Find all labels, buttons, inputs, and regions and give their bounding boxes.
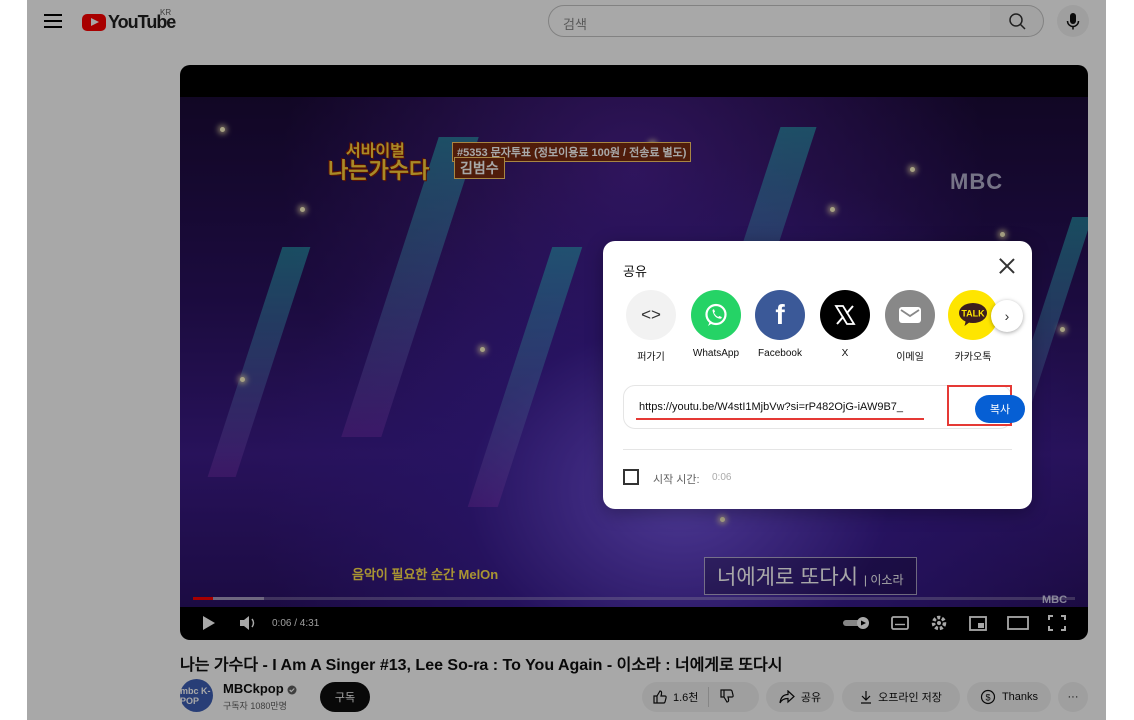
facebook-icon: f [755, 290, 805, 340]
share-target-label: 이메일 [896, 352, 924, 363]
dialog-title: 공유 [623, 264, 647, 279]
start-time-label: 시작 시간: [653, 474, 700, 486]
share-target-facebook[interactable]: f Facebook [748, 290, 812, 359]
url-highlight-underline [636, 418, 924, 420]
copy-button[interactable]: 복사 [975, 395, 1025, 423]
dialog-divider [623, 449, 1012, 450]
start-time-input[interactable]: 0:06 [712, 472, 731, 483]
page-gutter-left [0, 0, 27, 720]
x-icon [820, 290, 870, 340]
email-icon [885, 290, 935, 340]
share-url-field[interactable]: https://youtu.be/W4stI1MjbVw?si=rP482OjG… [623, 385, 1025, 429]
chevron-right-icon[interactable]: › [991, 300, 1023, 332]
share-target-label: Facebook [758, 348, 802, 359]
share-target-x[interactable]: X [813, 290, 877, 359]
share-dialog: 공유 <> 퍼가기 WhatsApp f Facebook X 이메일 TALK… [603, 241, 1032, 509]
share-target-label: 퍼가기 [637, 352, 665, 363]
share-target-email[interactable]: 이메일 [878, 290, 942, 363]
share-target-whatsapp[interactable]: WhatsApp [684, 290, 748, 359]
embed-icon: <> [626, 290, 676, 340]
share-target-embed[interactable]: <> 퍼가기 [619, 290, 683, 363]
page-gutter-right [1106, 0, 1134, 720]
close-icon[interactable] [997, 256, 1017, 276]
start-time-checkbox[interactable] [623, 469, 639, 485]
share-target-label: WhatsApp [692, 348, 740, 359]
page: YouTube KR 검색 서바이벌 나는가수다 #5353 문자투표 (정보이… [0, 0, 1134, 720]
svg-text:TALK: TALK [961, 309, 985, 319]
share-url[interactable]: https://youtu.be/W4stI1MjbVw?si=rP482OjG… [639, 401, 903, 413]
share-target-label: 카카오톡 [954, 352, 992, 363]
whatsapp-icon [691, 290, 741, 340]
share-target-label: X [841, 348, 849, 359]
